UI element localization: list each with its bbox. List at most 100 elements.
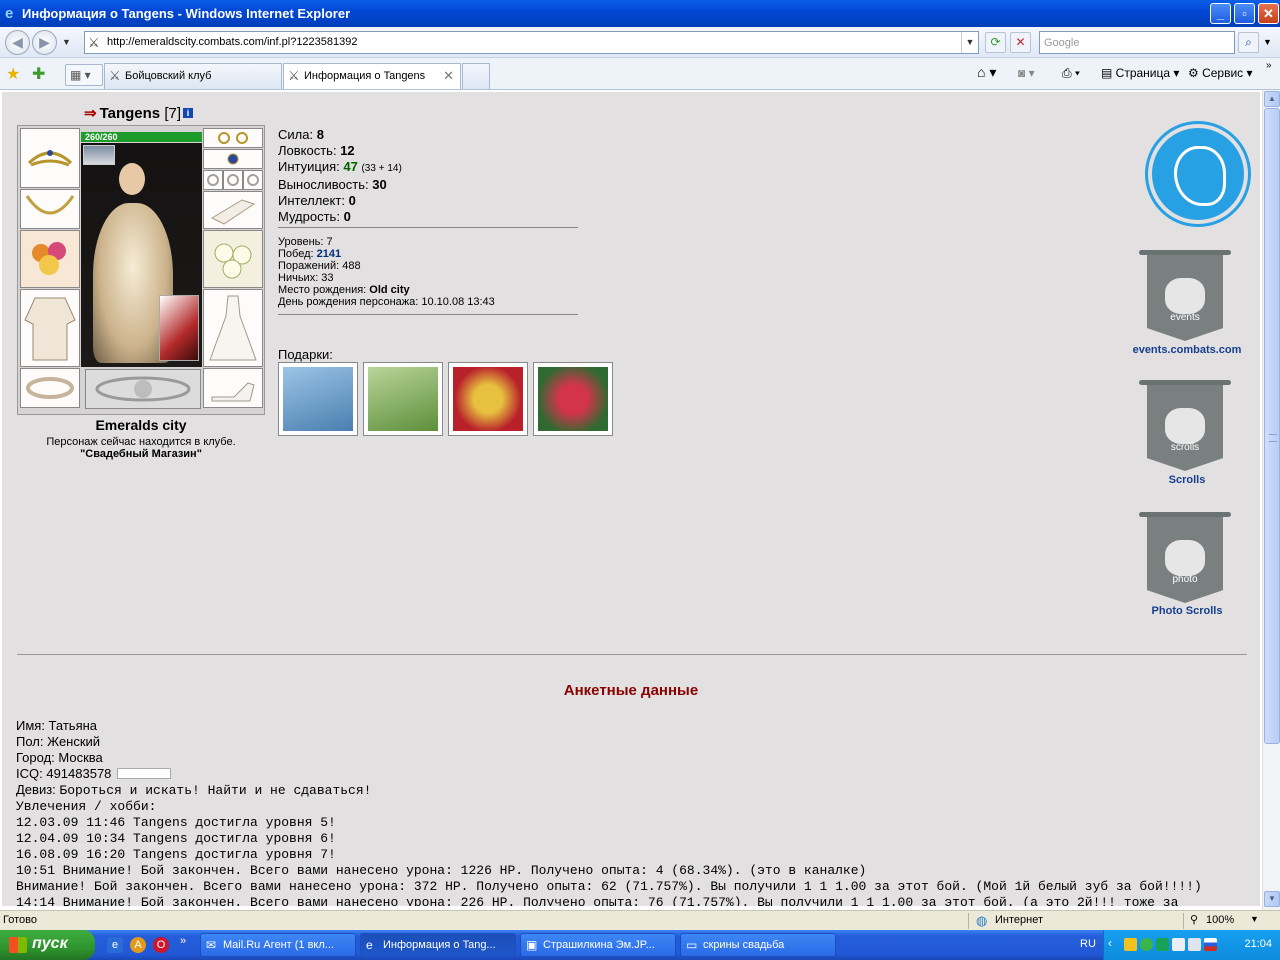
hp-text: 260/260 [85,132,118,142]
search-button[interactable]: ⌕ [1238,32,1259,53]
gift-card[interactable] [363,362,443,436]
stop-button[interactable]: ✕ [1010,32,1031,53]
tools-menu[interactable]: ⚙ Сервис ▾ [1188,66,1253,80]
scroll-up-button[interactable]: ▲ [1264,91,1280,107]
taskbar-item-mailru[interactable]: ✉ Mail.Ru Агент (1 вкл... [200,933,356,957]
photo-scrolls-banner[interactable]: photo [1139,512,1231,604]
character-stats: Сила: 8 Ловкость: 12 Интуиция: 47 (33 + … [278,127,402,225]
status-text: Готово [3,914,37,926]
tray-expand-icon[interactable]: ‹ [1108,936,1112,950]
scroll-down-button[interactable]: ▼ [1264,891,1280,907]
address-url[interactable]: http://emeraldscity.combats.com/inf.pl?1… [107,36,358,48]
slot-ring-3[interactable] [243,170,263,190]
forward-button[interactable]: ▶ [32,30,57,55]
taskbar: пуск e A O » ✉ Mail.Ru Агент (1 вкл... eИ… [0,930,1280,960]
slot-ring-2[interactable] [223,170,243,190]
scrolls-link[interactable]: Scrolls [1117,474,1257,486]
maximize-button[interactable]: ▫ [1234,3,1255,24]
profile-line: 12.04.09 10:34 Tangens достигла уровня 6… [16,831,336,846]
tools-menu-label: Сервис [1202,66,1244,80]
tab-character-info[interactable]: ⚔ Информация о Tangens ✕ [283,63,461,89]
taskbar-item-image[interactable]: ▣ Страшилкина Эм.JP... [520,933,676,957]
status-bar: Готово ◍ Интернет ⚲ 100% ▼ [0,910,1280,930]
slot-amulet[interactable] [203,149,263,169]
back-button[interactable]: ◀ [5,30,30,55]
gift-card[interactable] [278,362,358,436]
stat-agility: Ловкость: 12 [278,143,355,158]
slot-shoes[interactable] [203,368,263,408]
window-title: Информация о Tangens - Windows Internet … [22,6,351,21]
quicklaunch-overflow-icon[interactable]: » [180,935,186,947]
character-info: Уровень: 7 Побед: 2141 Поражений: 488 Ни… [278,236,495,308]
language-indicator[interactable]: RU [1080,938,1096,950]
slot-dress[interactable] [203,289,263,367]
profile-motto: Девиз: Бороться и искать! Найти и не сда… [16,782,372,798]
events-banner[interactable]: events [1139,250,1231,342]
ie-icon: e [366,938,373,952]
slot-earrings[interactable] [203,128,263,148]
zoom-icon[interactable]: ⚲ [1190,913,1198,926]
ring-icon [247,174,259,186]
start-button[interactable]: пуск [0,930,95,960]
refresh-button[interactable]: ⟳ [985,32,1006,53]
quicklaunch-opera-icon[interactable]: O [153,937,169,953]
close-button[interactable]: ✕ [1258,3,1279,24]
vertical-scrollbar[interactable]: ▲ ▼ [1262,90,1280,910]
tray-security-icon[interactable] [1156,938,1169,951]
photo-scrolls-link[interactable]: Photo Scrolls [1117,605,1257,617]
zoom-dropdown-icon[interactable]: ▼ [1250,914,1259,924]
gifts-label: Подарки: [278,347,333,362]
tray-language-flag-icon[interactable] [1204,938,1217,951]
slot-necklace[interactable] [20,189,80,229]
print-icon[interactable]: ⎙ ▾ [1062,66,1080,81]
slot-gloves[interactable] [203,191,263,229]
gift-card[interactable] [448,362,528,436]
quicklaunch-ie-icon[interactable]: e [107,937,123,953]
search-input[interactable]: Google [1044,37,1079,49]
profile-line: 16.08.09 16:20 Tangens достигла уровня 7… [16,847,336,862]
hp-bar: 260/260 [81,132,202,142]
home-icon[interactable]: ⌂ ▾ [977,64,996,81]
toolbar-overflow-icon[interactable]: » [1266,60,1272,71]
zoom-level[interactable]: 100% [1206,914,1234,926]
slot-belt[interactable] [20,368,80,408]
combats-logo[interactable] [1148,124,1248,224]
tray-network-icon[interactable] [1172,938,1185,951]
slot-armor[interactable] [20,289,80,367]
slot-bouquet[interactable] [20,230,80,288]
page-menu[interactable]: ▤ Страница ▾ [1101,66,1179,80]
minimize-button[interactable]: _ [1210,3,1231,24]
tab-fight-club[interactable]: ⚔ Бойцовский клуб [104,63,282,89]
tab-close-icon[interactable]: ✕ [443,68,454,84]
taskbar-item-folder[interactable]: ▭ скрины свадьба [680,933,836,957]
scrolls-banner[interactable]: scrolls [1139,380,1231,472]
slot-helmet[interactable] [20,128,80,188]
new-tab-button[interactable] [462,63,490,89]
tray-icq-icon[interactable] [1140,938,1153,951]
feeds-icon[interactable]: ◙ ▾ [1018,66,1035,80]
mail-icon: ✉ [206,938,217,952]
tray-volume-icon[interactable] [1188,938,1201,951]
events-link[interactable]: events.combats.com [1117,344,1257,356]
scroll-thumb[interactable] [1264,108,1280,744]
tray-app-icon[interactable] [1124,938,1137,951]
slot-flowers[interactable] [203,230,263,288]
gloves-icon [210,199,256,225]
taskbar-item-ie[interactable]: e Информация о Tang... [360,933,516,957]
quicklaunch-aim-icon[interactable]: A [130,937,146,953]
search-options-icon[interactable]: ▼ [1263,37,1272,47]
add-favorites-icon[interactable]: ✚ [32,64,45,84]
search-box[interactable]: Google [1039,31,1235,54]
slot-ring-1[interactable] [203,170,223,190]
address-dropdown-icon[interactable]: ▼ [961,32,978,53]
gift-card[interactable] [533,362,613,436]
profile-hobby: Увлечения / хобби: [16,799,157,814]
info-icon[interactable]: i [183,108,194,118]
favorites-star-icon[interactable]: ★ [6,64,20,84]
quick-tabs-button[interactable]: ▦ ▾ [65,64,103,86]
belt-icon [26,377,74,399]
window-titlebar: e Информация о Tangens - Windows Interne… [0,0,1280,27]
history-dropdown-icon[interactable]: ▼ [62,37,71,47]
address-bar[interactable]: ⚔ http://emeraldscity.combats.com/inf.pl… [84,31,979,54]
profile-line: Внимание! Бой закончен. Всего вами нанес… [16,879,1202,894]
